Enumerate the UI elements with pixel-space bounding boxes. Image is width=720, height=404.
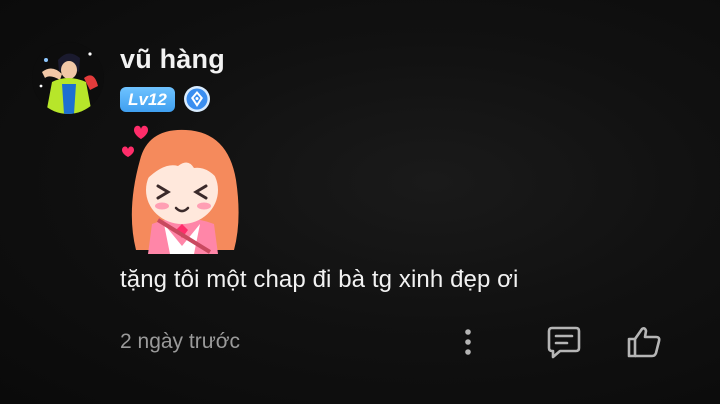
comment-card: vũ hàng Lv12 tặng tôi một chap đi bà tg …: [0, 0, 720, 404]
blushing-girl-sticker-icon: [122, 125, 239, 254]
more-options-button[interactable]: [448, 322, 488, 362]
more-vertical-icon: [465, 329, 471, 355]
vip-diamond-badge-icon: [184, 86, 210, 112]
user-avatar-icon: [32, 42, 104, 114]
comment-text: tặng tôi một chap đi bà tg xinh đẹp ơi: [120, 266, 519, 293]
reply-button[interactable]: [544, 322, 584, 362]
comment-timestamp: 2 ngày trước: [120, 330, 241, 353]
username[interactable]: vũ hàng: [120, 44, 225, 75]
like-button[interactable]: [624, 322, 664, 362]
vip-badge: [183, 85, 211, 113]
comment-sticker: [118, 120, 246, 254]
user-avatar[interactable]: [32, 42, 104, 114]
thumbs-up-icon: [627, 327, 661, 358]
reply-comment-icon: [547, 326, 581, 359]
level-badge: Lv12: [120, 87, 175, 112]
